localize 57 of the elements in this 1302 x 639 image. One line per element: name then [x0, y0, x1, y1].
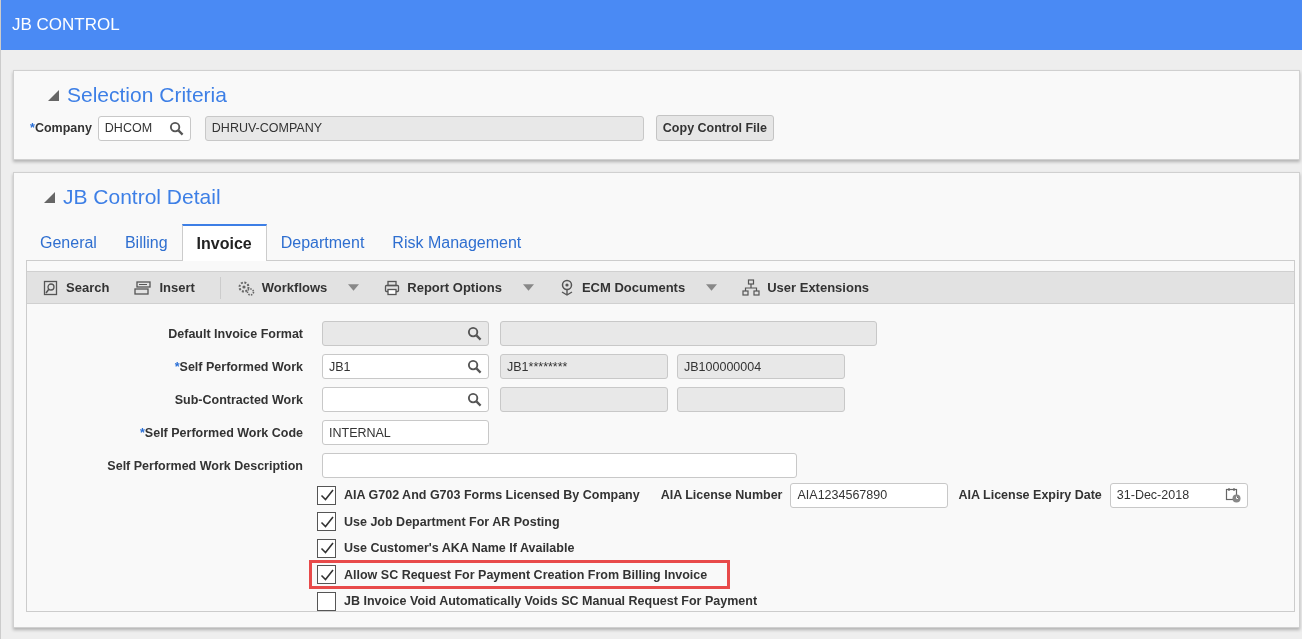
page-title: JB CONTROL: [12, 15, 120, 35]
caret-icon: [348, 284, 360, 291]
field-label: Default Invoice Format: [167, 326, 303, 341]
checkbox[interactable]: [317, 538, 336, 558]
toolbar-button[interactable]: Workflows: [236, 279, 369, 296]
tab[interactable]: General: [26, 224, 111, 260]
search-icon[interactable]: [467, 392, 482, 407]
field-label: *Company: [30, 121, 92, 135]
field-label: AIA License Expiry Date: [958, 488, 1102, 503]
search-icon[interactable]: [467, 359, 482, 374]
checkbox-label: Use Customer's AKA Name If Available: [344, 541, 575, 556]
hierarchy-icon: [742, 278, 761, 297]
toolbar-button[interactable]: Insert: [134, 279, 204, 296]
field-label: Sub-Contracted Work: [173, 392, 303, 407]
tab[interactable]: Department: [266, 224, 379, 260]
search-icon: [43, 279, 59, 296]
tab[interactable]: Risk Management: [378, 224, 536, 260]
toolbar-button[interactable]: ECM Documents: [558, 278, 727, 297]
calendar-icon[interactable]: [1224, 487, 1241, 504]
search-icon[interactable]: [168, 120, 184, 136]
lookup-field[interactable]: [322, 387, 489, 412]
toolbar-button[interactable]: Report Options: [384, 279, 543, 296]
field-label: AIA License Number: [660, 488, 783, 503]
collapse-icon[interactable]: [48, 89, 59, 101]
insert-icon: [134, 279, 153, 296]
display-field: JB1********: [500, 354, 668, 379]
checkbox-label: JB Invoice Void Automatically Voids SC Manual Request For Payment: [344, 594, 758, 609]
gears-icon: [236, 279, 255, 296]
checkbox-label: Allow SC Request For Payment Creation From Billing Invoice: [344, 567, 708, 582]
input-field[interactable]: AIA1234567890: [790, 482, 949, 508]
section-title: Selection Criteria: [67, 83, 227, 107]
checkbox[interactable]: [317, 485, 336, 505]
caret-icon: [522, 284, 534, 291]
lookup-field[interactable]: JB1: [322, 354, 489, 379]
collapse-icon[interactable]: [44, 191, 55, 203]
toolbar-button[interactable]: User Extensions: [742, 278, 879, 297]
input-field[interactable]: INTERNAL: [322, 420, 489, 445]
input-field[interactable]: [322, 453, 797, 478]
tab[interactable]: Billing: [110, 224, 182, 260]
checkbox[interactable]: [317, 512, 336, 532]
toolbar-button[interactable]: Search: [43, 279, 119, 296]
checkbox-label: Use Job Department For AR Posting: [344, 514, 560, 529]
company-name-field: DHRUV-COMPANY: [204, 115, 644, 141]
date-field[interactable]: 31-Dec-2018: [1109, 482, 1248, 508]
field-label: *Self Performed Work: [173, 359, 303, 374]
company-field[interactable]: DHCOM: [97, 115, 191, 141]
printer-icon: [384, 279, 401, 296]
checkbox[interactable]: [317, 591, 336, 611]
copy-control-file-button[interactable]: Copy Control File: [655, 115, 774, 141]
display-field: JB100000004: [677, 354, 845, 379]
checkbox[interactable]: [317, 565, 336, 585]
checkbox-label: AIA G702 And G703 Forms Licensed By Company: [344, 488, 640, 503]
field-label: *Self Performed Work Code: [139, 425, 303, 440]
caret-icon: [706, 284, 718, 291]
section-title: JB Control Detail: [63, 185, 221, 209]
field-label: Self Performed Work Description: [106, 458, 303, 473]
tab[interactable]: Invoice: [181, 224, 267, 261]
